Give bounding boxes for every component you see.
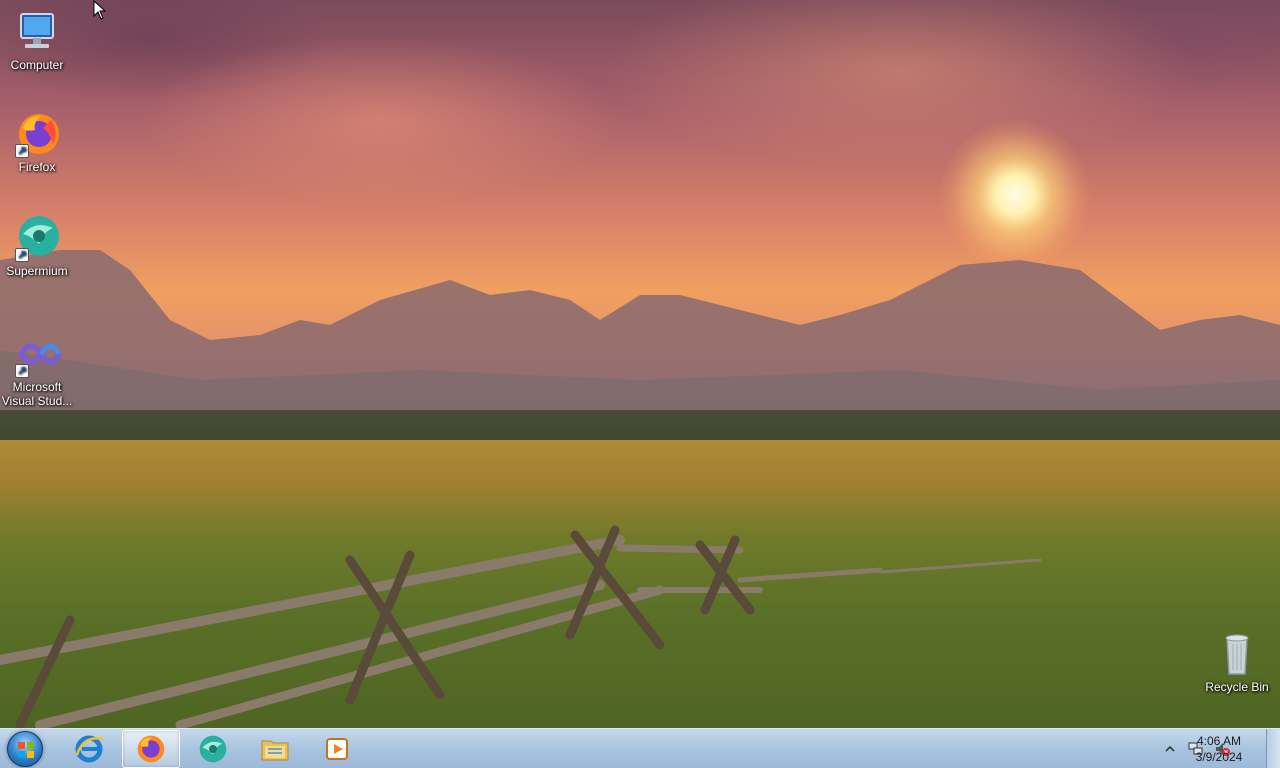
mouse-cursor-icon xyxy=(93,0,107,20)
shortcut-arrow-icon: ↗ xyxy=(15,364,29,378)
desktop-icon-recycle-bin[interactable]: Recycle Bin xyxy=(1200,630,1274,694)
supermium-icon: ↗ xyxy=(13,214,61,262)
wallpaper-mountains xyxy=(0,250,1280,420)
taskbar-supermium-button[interactable] xyxy=(184,730,242,768)
desktop-icon-supermium[interactable]: ↗ Supermium xyxy=(0,214,74,278)
wallpaper-fence xyxy=(0,525,1042,728)
taskbar-internet-explorer-button[interactable] xyxy=(60,730,118,768)
desktop-icon-label: Recycle Bin xyxy=(1205,680,1269,694)
recycle-bin-icon xyxy=(1213,630,1261,678)
internet-explorer-icon xyxy=(75,735,104,763)
show-desktop-button[interactable] xyxy=(1266,729,1280,768)
taskbar-firefox-button[interactable] xyxy=(122,730,180,768)
desktop-icon-visual-studio[interactable]: ↗ Microsoft Visual Stud... xyxy=(0,330,74,408)
clock-date: 3/9/2024 xyxy=(1195,750,1243,764)
clock-time: 4:06 AM xyxy=(1196,734,1242,748)
folder-icon xyxy=(261,740,289,761)
desktop-icon-label: Computer xyxy=(10,58,64,72)
desktop-background[interactable] xyxy=(0,0,1280,728)
taskbar: 4:06 AM 3/9/2024 xyxy=(0,728,1280,768)
supermium-icon xyxy=(199,735,227,763)
show-hidden-icons-chevron-icon[interactable] xyxy=(1162,741,1178,757)
taskbar-media-player-button[interactable] xyxy=(308,730,366,768)
start-button[interactable] xyxy=(4,730,46,768)
desktop-icon-label: Firefox xyxy=(18,160,56,174)
windows-start-orb-icon xyxy=(7,731,43,767)
desktop-icon-label-line2: Visual Stud... xyxy=(1,394,73,408)
desktop-icon-computer[interactable]: Computer xyxy=(0,8,74,72)
desktop-icon-firefox[interactable]: ↗ Firefox xyxy=(0,110,74,174)
taskbar-file-explorer-button[interactable] xyxy=(246,730,304,768)
desktop-icon-label-line1: Microsoft xyxy=(12,380,62,394)
shortcut-arrow-icon: ↗ xyxy=(15,248,29,262)
media-player-icon xyxy=(326,738,348,760)
visual-studio-icon: ↗ xyxy=(13,330,62,378)
shortcut-arrow-icon: ↗ xyxy=(15,144,29,158)
taskbar-clock[interactable]: 4:06 AM 3/9/2024 xyxy=(1184,733,1254,765)
desktop-icon-label: Supermium xyxy=(6,264,68,278)
computer-icon xyxy=(13,8,61,56)
firefox-icon: ↗ xyxy=(13,110,61,158)
firefox-icon xyxy=(137,735,165,763)
